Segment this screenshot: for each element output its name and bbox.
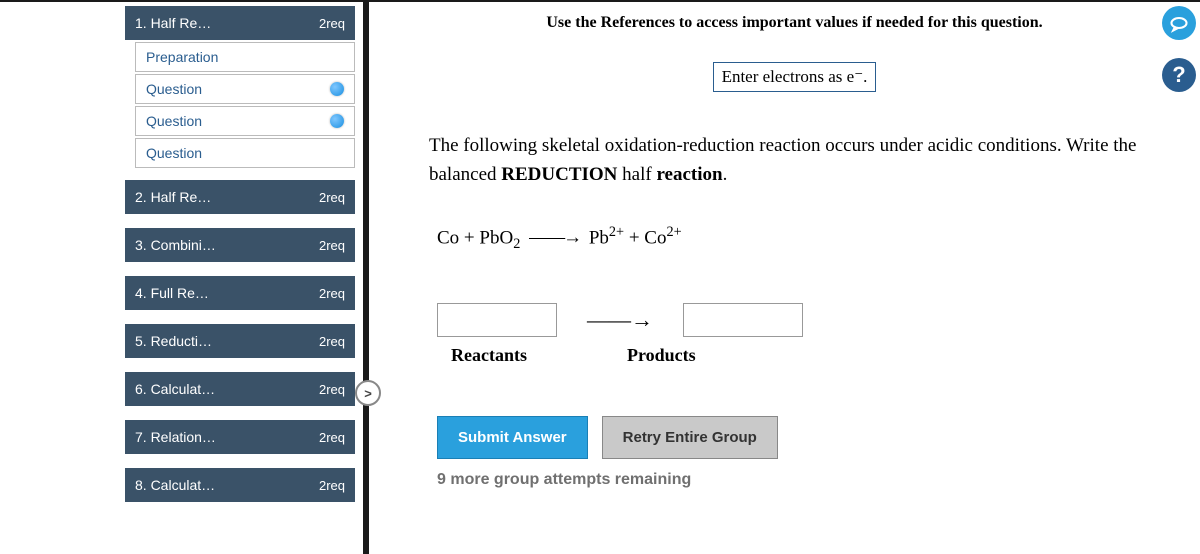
nav-item-label: 5. Reducti… [135,333,212,349]
products-label: Products [627,345,696,366]
products-input[interactable] [683,303,803,337]
nav-item-label: 7. Relation… [135,429,216,445]
nav-item-req: 2req [319,430,345,445]
reactants-label: Reactants [451,345,527,366]
nav-item-req: 2req [319,238,345,253]
sub-item-question-3[interactable]: Question [135,138,355,168]
references-text: Use the References to access important v… [429,14,1160,32]
nav-item-6[interactable]: 6. Calculat… 2req [125,372,355,406]
labels-row: Reactants Products [451,345,1160,366]
sub-item-label: Question [146,81,202,97]
answer-row: ——→ [437,303,1160,337]
nav-item-req: 2req [319,382,345,397]
sub-item-label: Preparation [146,49,218,65]
status-dot-icon [330,82,344,96]
nav-item-label: 3. Combini… [135,237,216,253]
nav-item-req: 2req [319,190,345,205]
attempts-text: 9 more group attempts remaining [437,471,1160,489]
nav-item-4[interactable]: 4. Full Re… 2req [125,276,355,310]
nav-item-5[interactable]: 5. Reducti… 2req [125,324,355,358]
sub-item-label: Question [146,145,202,161]
nav-item-label: 8. Calculat… [135,477,215,493]
button-row: Submit Answer Retry Entire Group [437,416,1160,459]
nav-item-req: 2req [319,286,345,301]
question-text: The following skeletal oxidation-reducti… [429,132,1160,189]
collapse-toggle[interactable]: > [355,380,381,406]
submit-button[interactable]: Submit Answer [437,416,588,459]
reactants-input[interactable] [437,303,557,337]
nav-item-7[interactable]: 7. Relation… 2req [125,420,355,454]
sidebar: 1. Half Re… 2req Preparation Question Qu… [115,2,355,554]
content-area: > Use the References to access important… [363,2,1200,554]
nav-item-label: 2. Half Re… [135,189,211,205]
nav-item-req: 2req [319,16,345,31]
nav-item-label: 4. Full Re… [135,285,209,301]
nav-item-1[interactable]: 1. Half Re… 2req [125,6,355,40]
nav-item-label: 6. Calculat… [135,381,215,397]
status-dot-icon [330,114,344,128]
sub-item-label: Question [146,113,202,129]
nav-item-8[interactable]: 8. Calculat… 2req [125,468,355,502]
chat-icon[interactable] [1162,6,1196,40]
hint-box: Enter electrons as e⁻. [713,62,877,92]
chevron-right-icon: > [364,386,372,401]
nav-item-req: 2req [319,334,345,349]
sub-item-question-2[interactable]: Question [135,106,355,136]
sub-item-question-1[interactable]: Question [135,74,355,104]
float-icons: ? [1162,0,1200,92]
nav-item-3[interactable]: 3. Combini… 2req [125,228,355,262]
arrow-icon: ——→ [587,307,653,333]
sub-item-preparation[interactable]: Preparation [135,42,355,72]
help-icon[interactable]: ? [1162,58,1196,92]
nav-item-req: 2req [319,478,345,493]
nav-item-label: 1. Half Re… [135,15,211,31]
nav-item-2[interactable]: 2. Half Re… 2req [125,180,355,214]
retry-button[interactable]: Retry Entire Group [602,416,778,459]
equation: Co + PbO2 ——→ Pb2+ + Co2+ [437,224,1160,253]
